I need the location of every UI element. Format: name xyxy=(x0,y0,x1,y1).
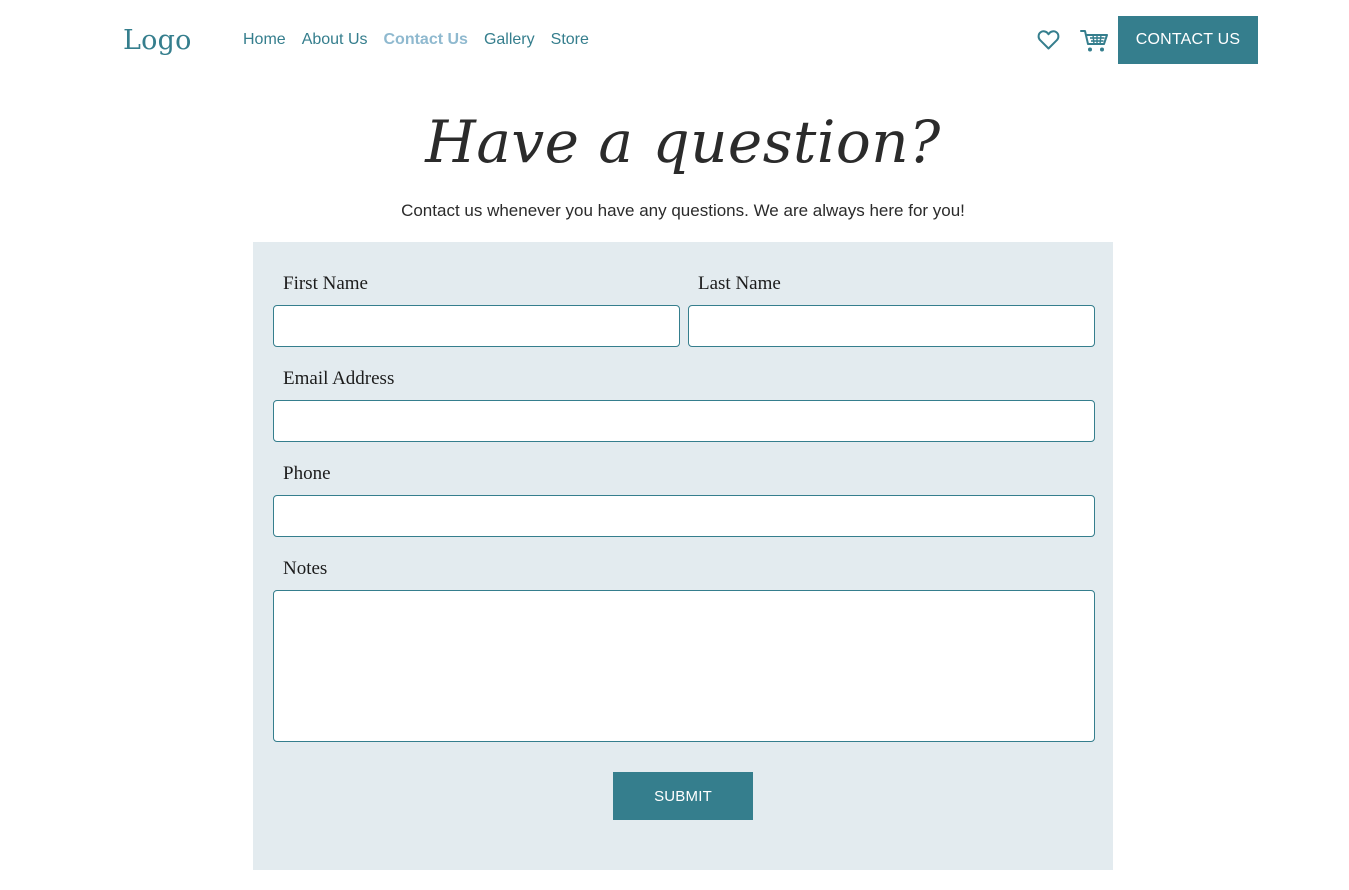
email-input[interactable] xyxy=(273,400,1095,442)
first-name-label: First Name xyxy=(283,273,368,294)
logo[interactable]: Logo xyxy=(123,23,192,59)
nav-gallery[interactable]: Gallery xyxy=(484,30,535,50)
site-header: Logo Home About Us Contact Us Gallery St… xyxy=(0,0,1349,82)
email-label: Email Address xyxy=(283,368,395,389)
submit-button[interactable]: SUBMIT xyxy=(613,772,753,820)
last-name-label: Last Name xyxy=(698,273,781,294)
notes-textarea[interactable] xyxy=(273,590,1095,742)
last-name-input[interactable] xyxy=(688,305,1095,347)
nav-contact-us[interactable]: Contact Us xyxy=(384,30,468,50)
phone-label: Phone xyxy=(283,463,331,484)
contact-us-button[interactable]: CONTACT US xyxy=(1118,16,1258,64)
contact-form: First Name Last Name Email Address Phone… xyxy=(253,242,1113,870)
page-title: Have a question? xyxy=(425,108,941,176)
phone-input[interactable] xyxy=(273,495,1095,537)
page-subtitle: Contact us whenever you have any questio… xyxy=(401,201,965,220)
notes-label: Notes xyxy=(283,558,328,579)
heart-icon[interactable] xyxy=(1037,29,1060,51)
main-nav: Home About Us Contact Us Gallery Store xyxy=(243,30,605,50)
nav-home[interactable]: Home xyxy=(243,30,286,50)
nav-about-us[interactable]: About Us xyxy=(302,30,368,50)
nav-store[interactable]: Store xyxy=(551,30,589,50)
first-name-input[interactable] xyxy=(273,305,680,347)
page: Logo Home About Us Contact Us Gallery St… xyxy=(0,0,1349,890)
cart-icon[interactable] xyxy=(1080,29,1109,53)
